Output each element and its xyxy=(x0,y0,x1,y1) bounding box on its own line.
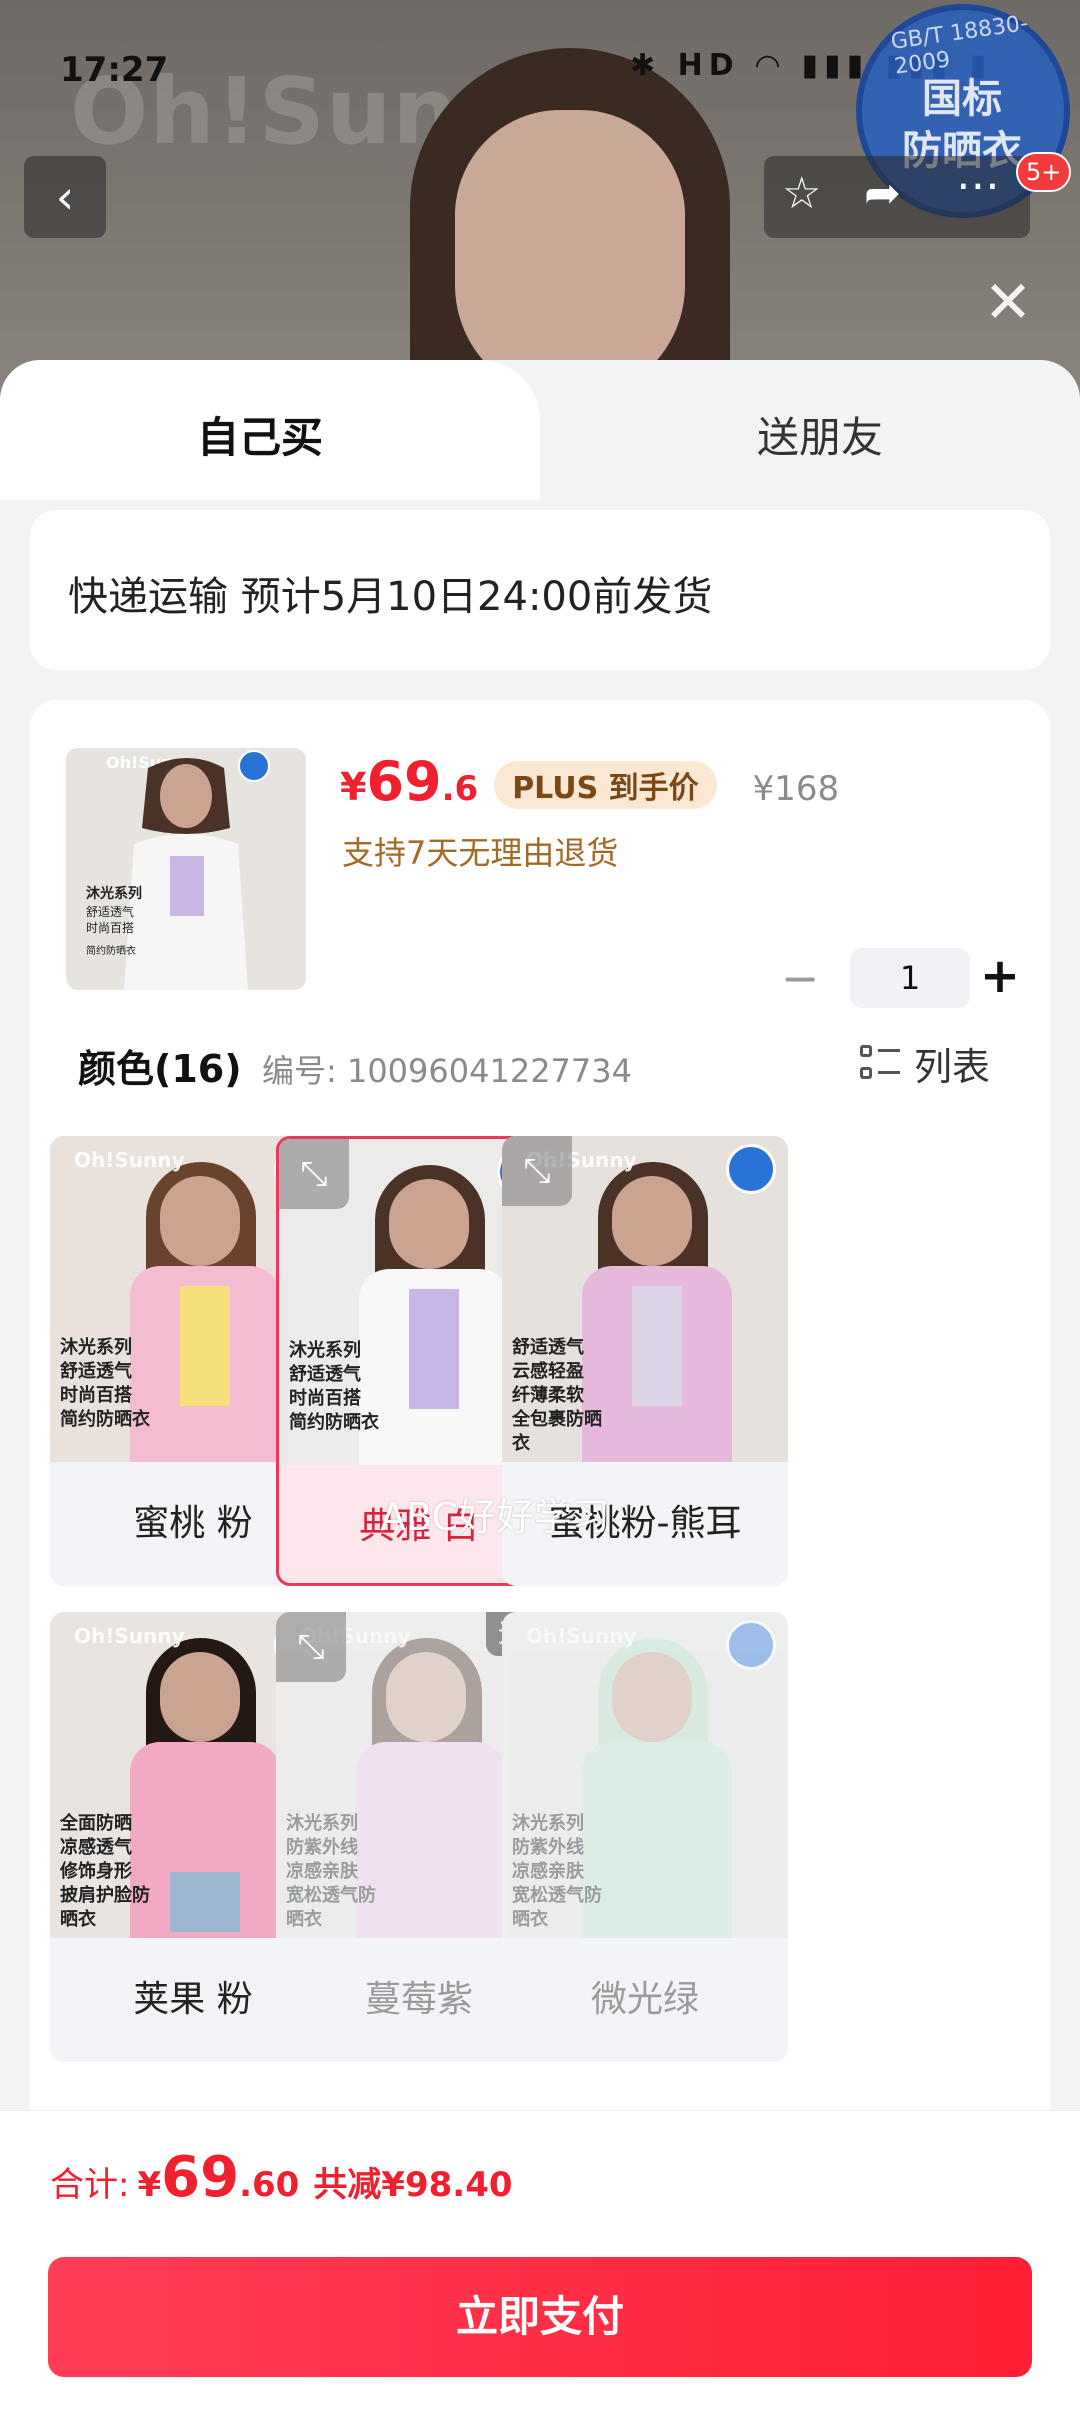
svg-text:沐光系列: 沐光系列 xyxy=(86,885,142,902)
model-face xyxy=(160,1176,240,1266)
plus-price-tag: PLUS 到手价 xyxy=(494,761,717,809)
overlay-watermark: ABC好好学习 xyxy=(380,1495,610,1539)
model-face xyxy=(386,1652,466,1742)
model-face xyxy=(160,1652,240,1742)
svg-text:舒适透气: 舒适透气 xyxy=(86,904,134,919)
total-integer: 69 xyxy=(161,2145,240,2210)
standard-badge-icon xyxy=(726,1144,776,1194)
product-thumbnail[interactable]: Oh!Sunny 沐光系列 舒适透气 时尚百搭 简约防晒衣 xyxy=(66,748,306,990)
tab-gift[interactable]: 送朋友 xyxy=(540,360,1080,500)
quantity-decrease-button[interactable]: − xyxy=(770,948,830,1008)
inner-top xyxy=(632,1286,682,1406)
color-option-image: Oh!Sunny 沐光系列 防紫外线 凉感亲肤 宽松透气防晒衣 xyxy=(502,1612,788,1938)
model-face xyxy=(455,110,685,400)
color-option-glimmer-green[interactable]: Oh!Sunny 沐光系列 防紫外线 凉感亲肤 宽松透气防晒衣 微光绿 xyxy=(502,1612,788,2062)
share-icon[interactable]: ➦ xyxy=(864,172,901,216)
color-option-promo-text: 沐光系列 防紫外线 凉感亲肤 宽松透气防晒衣 xyxy=(286,1813,376,1930)
cart-count-badge: 5+ xyxy=(1016,152,1072,192)
quantity-increase-button[interactable]: + xyxy=(970,948,1030,1008)
jacket xyxy=(356,1742,506,1938)
inner-top xyxy=(180,1286,230,1406)
color-option-label: 微光绿 xyxy=(590,1979,699,2020)
status-time: 17:27 xyxy=(60,50,169,90)
pay-now-button[interactable]: 立即支付 xyxy=(48,2257,1032,2377)
total-currency: ¥ xyxy=(137,2165,162,2205)
color-option-promo-text: 沐光系列 防紫外线 凉感亲肤 宽松透气防晒衣 xyxy=(512,1813,602,1930)
inner-top xyxy=(409,1289,459,1409)
color-option-promo-text: 沐光系列 舒适透气 时尚百搭 简约防晒衣 xyxy=(60,1337,150,1430)
checkout-footer: 合计: ¥ 69 .60 共减¥98.40 立即支付 xyxy=(0,2110,1080,2412)
star-icon[interactable]: ☆ xyxy=(782,172,821,216)
model-face xyxy=(612,1176,692,1266)
price-decimal: .6 xyxy=(441,769,479,809)
price-integer: 69 xyxy=(366,750,442,813)
chevron-left-icon: ‹ xyxy=(55,170,75,224)
more-icon[interactable]: ⋯ xyxy=(956,164,1000,208)
color-option-promo-text: 全面防晒 凉感透气 修饰身形 披肩护脸防晒衣 xyxy=(60,1813,150,1930)
back-button[interactable]: ‹ xyxy=(24,156,106,238)
expand-icon[interactable]: ⤡ xyxy=(502,1136,572,1206)
total-decimal: .60 xyxy=(239,2165,300,2205)
color-option-image: Oh!Sunny ⤡ 舒适透气 云感轻盈 纤薄柔软 全包裹防晒衣 xyxy=(502,1136,788,1462)
order-total: 合计: ¥ 69 .60 共减¥98.40 xyxy=(50,2145,513,2210)
nav-action-group: ☆ ➦ ⋯ xyxy=(764,156,1030,238)
tab-self-buy[interactable]: 自己买 xyxy=(0,360,540,500)
expand-icon[interactable]: ⤡ xyxy=(276,1612,346,1682)
list-icon xyxy=(860,1043,900,1083)
color-option-promo-text: 舒适透气 云感轻盈 纤薄柔软 全包裹防晒衣 xyxy=(512,1337,602,1454)
list-view-label: 列表 xyxy=(914,1044,991,1089)
standard-badge-icon xyxy=(726,1620,776,1670)
total-saving: 共减¥98.40 xyxy=(313,2165,513,2205)
color-section-title: 颜色(16) xyxy=(78,1047,242,1091)
total-label: 合计: xyxy=(50,2165,130,2205)
shipping-card: 快递运输 预计5月10日24:00前发货 xyxy=(30,510,1050,670)
model-face xyxy=(612,1652,692,1742)
model-face xyxy=(389,1179,469,1269)
svg-text:时尚百搭: 时尚百搭 xyxy=(86,921,134,935)
price-currency: ¥ xyxy=(340,765,367,809)
svg-text:简约防晒衣: 简约防晒衣 xyxy=(86,944,136,957)
tab-self-buy-label: 自己买 xyxy=(196,413,323,462)
shipping-text: 快递运输 预计5月10日24:00前发货 xyxy=(68,574,713,620)
brand-logo-mini: Oh!Sunny xyxy=(74,1624,185,1648)
shorts xyxy=(170,1872,240,1932)
brand-logo-mini: Oh!Sunny xyxy=(526,1624,637,1648)
sku-number: 编号: 10096041227734 xyxy=(262,1052,632,1090)
quantity-stepper: − 1 + xyxy=(770,948,1030,1008)
price-row: ¥ 69 .6 PLUS 到手价 ¥168 xyxy=(340,750,839,820)
jacket xyxy=(582,1742,732,1938)
list-view-toggle[interactable]: 列表 xyxy=(860,1038,991,1089)
close-icon[interactable]: ✕ xyxy=(978,272,1038,332)
purchase-sheet: 送朋友 自己买 快递运输 预计5月10日24:00前发货 Oh!Sunny 沐光… xyxy=(0,360,1080,2412)
seal-line-1: 国标 xyxy=(922,76,1002,122)
color-option-promo-text: 沐光系列 舒适透气 时尚百搭 简约防晒衣 xyxy=(289,1340,379,1433)
quantity-input[interactable]: 1 xyxy=(850,948,970,1008)
brand-logo-mini: Oh!Sunny xyxy=(74,1148,185,1172)
return-policy: 支持7天无理由退货 xyxy=(342,834,619,872)
product-thumbnail-image: Oh!Sunny 沐光系列 舒适透气 时尚百搭 简约防晒衣 xyxy=(66,748,306,990)
tab-gift-label: 送朋友 xyxy=(756,413,883,462)
original-price: ¥168 xyxy=(752,769,840,809)
expand-icon[interactable]: ⤡ xyxy=(279,1139,349,1209)
